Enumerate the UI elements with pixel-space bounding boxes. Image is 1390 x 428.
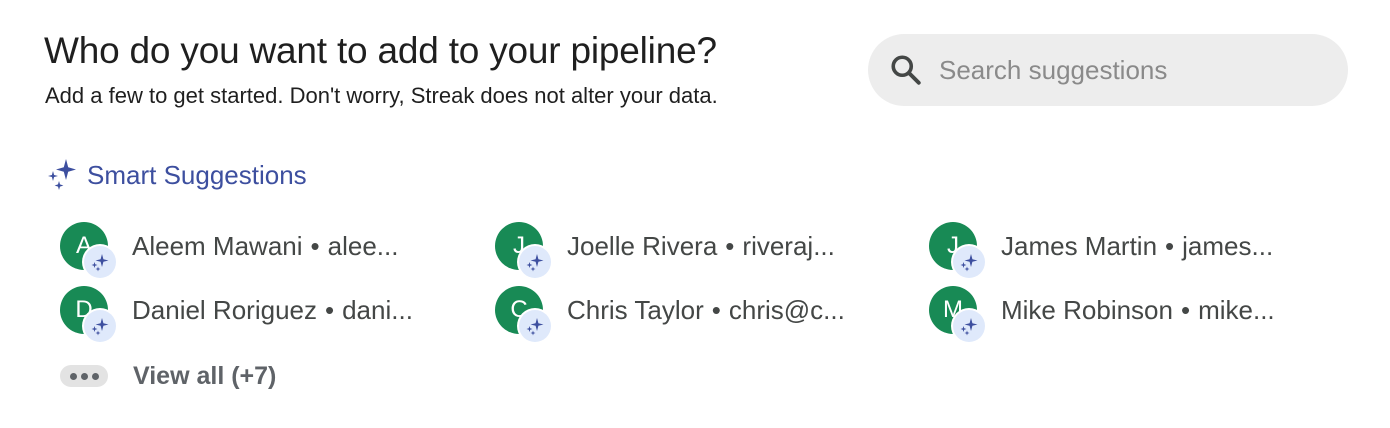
contact-name: Aleem Mawani bbox=[132, 230, 303, 261]
separator: • bbox=[1180, 294, 1191, 325]
suggestion-text: Mike Robinson • mike... bbox=[1001, 295, 1275, 326]
contact-email: mike... bbox=[1198, 294, 1275, 325]
sparkle-badge-icon bbox=[519, 246, 551, 278]
view-all-label: View all (+7) bbox=[133, 361, 277, 390]
contact-name: Chris Taylor bbox=[567, 294, 704, 325]
avatar: D bbox=[60, 286, 116, 342]
contact-name: Daniel Roriguez bbox=[132, 294, 317, 325]
page-title: Who do you want to add to your pipeline? bbox=[44, 30, 717, 71]
avatar: J bbox=[929, 222, 985, 278]
page-subtitle: Add a few to get started. Don't worry, S… bbox=[45, 83, 718, 108]
avatar: M bbox=[929, 286, 985, 342]
suggestion-item[interactable]: M Mike Robinson • mike... bbox=[929, 282, 1319, 342]
more-horizontal-icon bbox=[60, 365, 108, 387]
contact-email: james... bbox=[1182, 230, 1274, 261]
suggestion-text: James Martin • james... bbox=[1001, 231, 1273, 262]
contact-email: alee... bbox=[327, 230, 399, 261]
add-to-pipeline-panel: Who do you want to add to your pipeline?… bbox=[0, 0, 1390, 428]
separator: • bbox=[310, 230, 320, 261]
suggestion-item[interactable]: J Joelle Rivera • riveraj... bbox=[495, 218, 875, 278]
sparkle-badge-icon bbox=[519, 310, 551, 342]
suggestion-text: Joelle Rivera • riveraj... bbox=[567, 231, 835, 262]
search-input[interactable] bbox=[939, 48, 1319, 92]
suggestion-item[interactable]: D Daniel Roriguez • dani... bbox=[60, 282, 440, 342]
sparkle-badge-icon bbox=[953, 310, 985, 342]
view-all-button[interactable]: View all (+7) bbox=[60, 356, 276, 396]
smart-suggestions-header: Smart Suggestions bbox=[46, 155, 307, 195]
contact-email: riveraj... bbox=[742, 230, 835, 261]
contact-name: Mike Robinson bbox=[1001, 294, 1173, 325]
suggestion-item[interactable]: J James Martin • james... bbox=[929, 218, 1319, 278]
suggestion-item[interactable]: C Chris Taylor • chris@c... bbox=[495, 282, 885, 342]
contact-email: dani... bbox=[342, 294, 413, 325]
sparkle-icon bbox=[48, 159, 76, 190]
contact-name: Joelle Rivera bbox=[567, 230, 718, 261]
separator: • bbox=[324, 294, 335, 325]
sparkle-badge-icon bbox=[84, 310, 116, 342]
search-box[interactable] bbox=[868, 34, 1348, 106]
suggestion-text: Aleem Mawani • alee... bbox=[132, 231, 398, 262]
separator: • bbox=[711, 294, 721, 325]
suggestion-text: Chris Taylor • chris@c... bbox=[567, 295, 845, 326]
avatar: C bbox=[495, 286, 551, 342]
suggestion-item[interactable]: A Aleem Mawani • alee... bbox=[60, 218, 440, 278]
suggestion-text: Daniel Roriguez • dani... bbox=[132, 295, 413, 326]
sparkle-badge-icon bbox=[953, 246, 985, 278]
separator: • bbox=[725, 230, 735, 261]
contact-name: James Martin bbox=[1001, 230, 1158, 261]
avatar: A bbox=[60, 222, 116, 278]
separator: • bbox=[1165, 230, 1175, 261]
contact-email: chris@c... bbox=[728, 294, 845, 325]
smart-suggestions-label: Smart Suggestions bbox=[87, 159, 307, 190]
search-icon bbox=[891, 55, 921, 85]
sparkle-badge-icon bbox=[84, 246, 116, 278]
avatar: J bbox=[495, 222, 551, 278]
